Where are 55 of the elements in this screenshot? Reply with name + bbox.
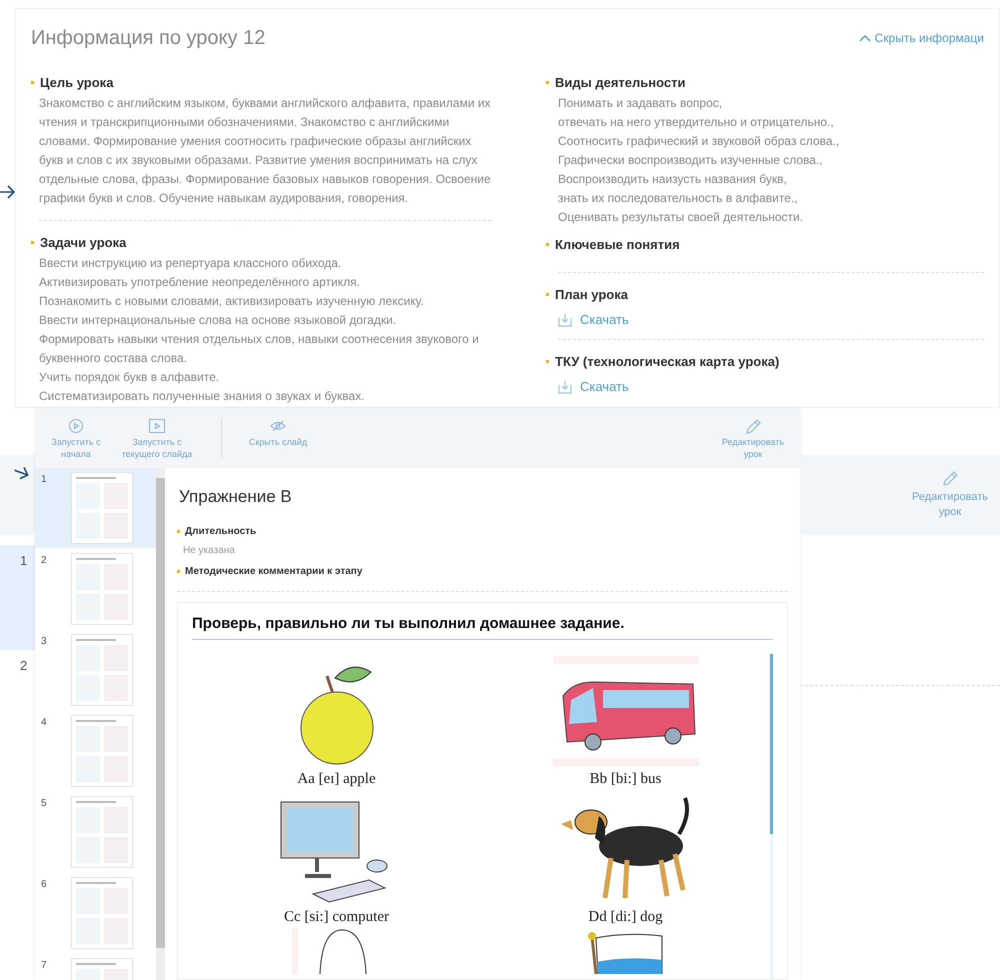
stage-title: Упражнение В	[179, 486, 293, 508]
goal-text: Знакомство с английским языком, буквами английского алфавита, правилами их чтения и транскрипционными обозначениями. Знакомство с английскими словами. Формирование умения соотносить графические образы английских букв и слов с их звуковыми образами. Развитие умения воспринимать на слух отдельные слова, фразы. Формирование базовых навыков говорения. Освоение графики букв и слов. Обучение навыкам аудирования, говорения.	[38, 95, 491, 207]
task-line: Познакомить с новыми словами, активизировать изученную лексику.	[39, 293, 425, 310]
slide-thumbnail	[71, 877, 133, 949]
slide-number: 4	[41, 716, 48, 730]
slide-number: 7	[41, 959, 48, 973]
field-label: Длительность	[185, 524, 256, 538]
pointer-arrow-icon	[0, 185, 16, 199]
download-icon	[558, 380, 572, 394]
task-line: Ввести инструкцию из репертуара классного обихода.	[39, 255, 342, 272]
activity-line: знать их последовательность в алфавите.,	[558, 190, 799, 207]
play-slide-icon	[148, 418, 166, 434]
section-heading: План урока	[555, 286, 628, 304]
slide-number: 6	[41, 878, 48, 892]
word-caption: Dd [di:] dog	[588, 908, 663, 926]
word-caption: Cc [si:] computer	[284, 908, 389, 926]
play-circle-icon	[67, 418, 85, 434]
section-heading: Ключевые понятия	[555, 236, 680, 254]
activity-line: отвечать на него утвердительно и отрицательно.,	[558, 114, 835, 131]
activity-line: Графически воспроизводить изученные слова.,	[558, 152, 824, 169]
section-heading: Задачи урока	[40, 234, 126, 252]
slide-number: 3	[41, 635, 48, 649]
activity-line: Оценивать результаты своей деятельности.	[558, 209, 804, 226]
section-heading: ТКУ (технологическая карта урока)	[555, 353, 780, 371]
slide-thumbnail	[71, 634, 133, 706]
slide-number: 1	[41, 473, 48, 487]
lesson-stage-number[interactable]: 1	[0, 545, 35, 650]
pencil-icon	[744, 418, 762, 436]
activity-line: Воспроизводить наизусть названия букв,	[558, 171, 788, 188]
chevron-up-icon	[858, 34, 871, 42]
section-heading: Виды деятельности	[555, 74, 686, 92]
slide-heading: Проверь, правильно ли ты выполнил домашнее задание.	[192, 612, 773, 640]
section-heading: Цель урока	[40, 74, 114, 92]
slide-number: 5	[41, 797, 48, 811]
field-label: Методические комментарии к этапу	[185, 564, 362, 578]
word-caption: Bb [bi:] bus	[590, 770, 662, 788]
pencil-icon	[941, 470, 959, 488]
slide-thumbnail-item[interactable]: 1	[35, 468, 156, 548]
task-line: Формировать навыки чтения отдельных слов, навыки соотнесения звукового и буквенного состава слова.	[39, 331, 480, 367]
slide-number: 2	[41, 554, 48, 568]
info-title: Информация по уроку 12	[31, 26, 266, 51]
task-line: Систематизировать полученные знания о звуках и буквах.	[39, 388, 366, 405]
eye-crossed-icon	[269, 418, 287, 434]
task-line: Активизировать употребление неопределённого артикля.	[39, 274, 361, 291]
slide-thumbnail	[71, 796, 133, 868]
download-icon	[558, 312, 572, 326]
duration-value: Не указана	[183, 544, 236, 558]
slide-thumbnail	[71, 553, 133, 625]
task-line: Ввести интернациональные слова на основе языковой догадки.	[39, 312, 398, 329]
activity-line: Соотносить графический и звуковой образ слова.,	[558, 133, 840, 150]
slide-thumbnail	[71, 715, 133, 787]
activity-line: Понимать и задавать вопрос,	[558, 95, 724, 112]
slide-thumbnail	[71, 472, 133, 544]
task-line: Учить порядок букв в алфавите.	[39, 369, 220, 386]
word-caption: Aa [eɪ] apple	[297, 770, 376, 788]
